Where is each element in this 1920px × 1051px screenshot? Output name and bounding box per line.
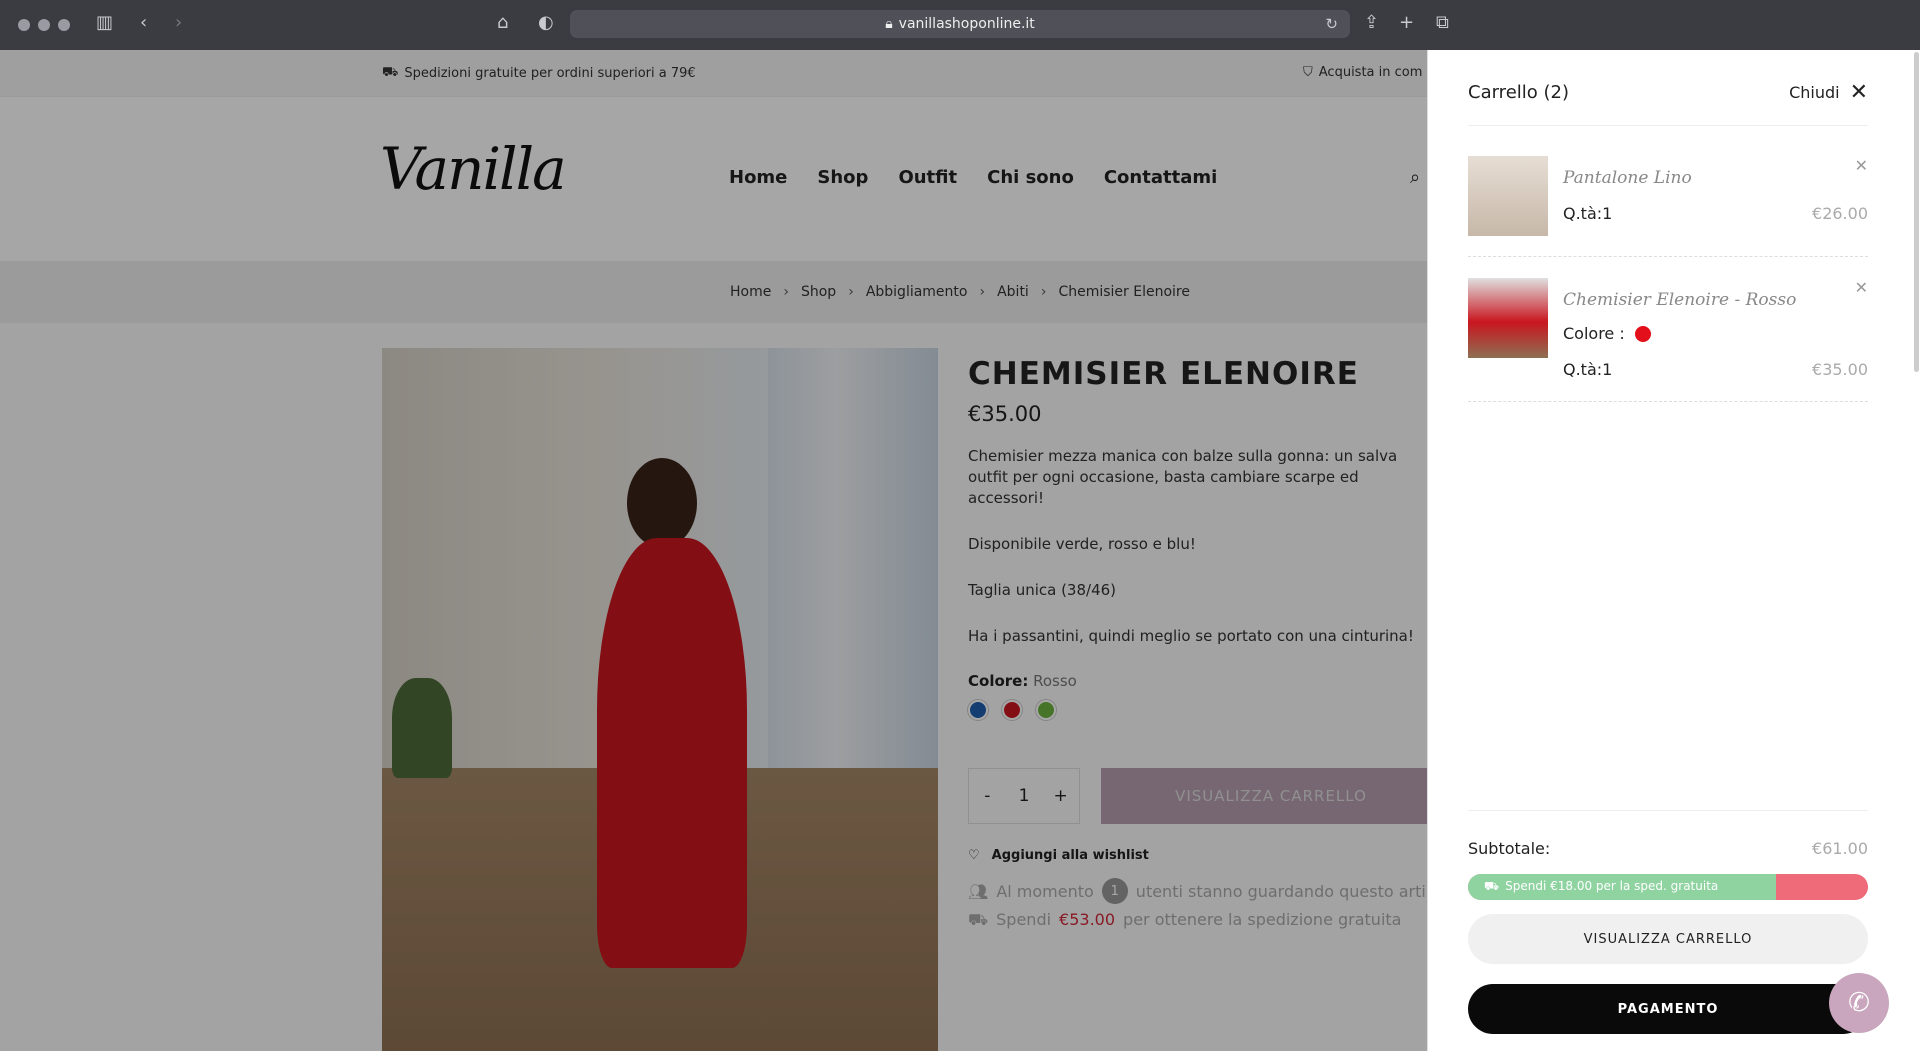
cart-item: Chemisier Elenoire - Rosso ✕ Colore : Q.… — [1468, 278, 1868, 402]
forward-icon[interactable]: › — [175, 12, 182, 33]
cart-item-price: €35.00 — [1812, 360, 1868, 379]
truck-icon: ⛟ — [1484, 879, 1500, 893]
scrollbar[interactable] — [1914, 52, 1919, 372]
home-icon[interactable]: ⌂ — [497, 12, 508, 33]
cart-title: Carrello (2) — [1468, 82, 1569, 103]
new-tab-icon[interactable]: + — [1399, 12, 1414, 33]
close-cart-button[interactable]: Chiudi ✕ — [1789, 80, 1868, 105]
whatsapp-chat-button[interactable]: ✆ — [1829, 973, 1889, 1033]
address-bar[interactable]: 🔒︎ vanillashoponline.it ↻ — [570, 10, 1350, 38]
cart-item-name[interactable]: Chemisier Elenoire - Rosso — [1563, 290, 1796, 310]
cart-item-qty: Q.tà:1 — [1563, 204, 1613, 223]
cart-item: Pantalone Lino ✕ Q.tà:1 €26.00 — [1468, 156, 1868, 257]
cart-footer: Subtotale: €61.00 ⛟ Spendi €18.00 per la… — [1468, 810, 1868, 1034]
cart-header: Carrello (2) Chiudi ✕ — [1468, 80, 1868, 126]
cart-item-color: Colore : — [1563, 324, 1651, 343]
tabs-icon[interactable]: ⧉ — [1436, 12, 1449, 33]
remove-item-icon[interactable]: ✕ — [1855, 156, 1868, 175]
subtotal-label: Subtotale: — [1468, 839, 1551, 858]
progress-label: ⛟ Spendi €18.00 per la sped. gratuita — [1484, 879, 1718, 895]
window-controls[interactable] — [18, 19, 70, 31]
subtotal-value: €61.00 — [1812, 839, 1868, 858]
back-icon[interactable]: ‹ — [140, 12, 147, 33]
cart-item-color-label: Colore : — [1563, 324, 1625, 343]
chat-icon: ✆ — [1848, 988, 1870, 1018]
checkout-button[interactable]: PAGAMENTO — [1468, 984, 1868, 1034]
reload-icon[interactable]: ↻ — [1325, 15, 1338, 33]
cart-item-color-dot — [1634, 325, 1651, 342]
free-shipping-progress: ⛟ Spendi €18.00 per la sped. gratuita — [1468, 874, 1868, 900]
cart-overlay[interactable] — [0, 50, 1427, 1051]
shield-icon[interactable]: ◐ — [538, 12, 554, 33]
close-label: Chiudi — [1789, 83, 1840, 102]
subtotal-row: Subtotale: €61.00 — [1468, 839, 1868, 858]
cart-item-price: €26.00 — [1812, 204, 1868, 223]
share-icon[interactable]: ⇪ — [1364, 12, 1379, 33]
view-cart-button[interactable]: VISUALIZZA CARRELLO — [1468, 914, 1868, 964]
browser-toolbar: ▥ ‹ › ⌂ ◐ 🔒︎ vanillashoponline.it ↻ ⇪ + … — [0, 0, 1920, 50]
cart-item-thumbnail[interactable] — [1468, 278, 1548, 358]
remove-item-icon[interactable]: ✕ — [1855, 278, 1868, 297]
progress-text: Spendi €18.00 per la sped. gratuita — [1505, 879, 1719, 893]
close-icon: ✕ — [1849, 80, 1868, 105]
cart-drawer: Carrello (2) Chiudi ✕ Pantalone Lino ✕ Q… — [1427, 50, 1920, 1051]
cart-item-qty: Q.tà:1 — [1563, 360, 1613, 379]
cart-item-thumbnail[interactable] — [1468, 156, 1548, 236]
url-text: vanillashoponline.it — [898, 16, 1035, 32]
sidebar-icon[interactable]: ▥ — [96, 12, 113, 33]
cart-item-name[interactable]: Pantalone Lino — [1563, 168, 1692, 188]
lock-icon: 🔒︎ — [885, 16, 893, 32]
